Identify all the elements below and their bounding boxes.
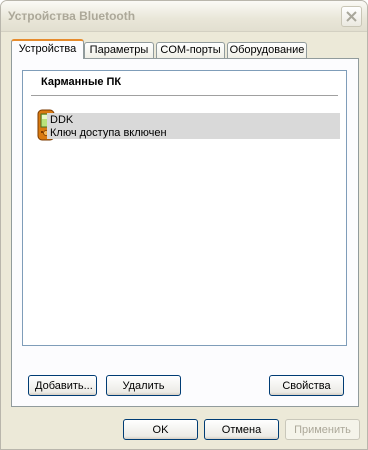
tab-devices[interactable]: Устройства bbox=[11, 39, 84, 59]
tab-com-ports-label: COM-порты bbox=[160, 44, 221, 56]
cancel-button[interactable]: Отмена bbox=[204, 419, 279, 440]
tab-devices-label: Устройства bbox=[18, 43, 77, 55]
add-device-button[interactable]: Добавить... bbox=[28, 375, 97, 396]
ok-button[interactable]: OK bbox=[123, 419, 198, 440]
tab-options-label: Параметры bbox=[89, 44, 149, 56]
window-title: Устройства Bluetooth bbox=[8, 9, 136, 23]
tab-hardware[interactable]: Оборудование bbox=[227, 42, 307, 58]
device-name: DDK bbox=[50, 114, 74, 126]
properties-button[interactable]: Свойства bbox=[269, 375, 344, 396]
device-list[interactable]: Карманные ПК DDK Ключ доступа включен bbox=[22, 70, 347, 346]
bluetooth-devices-dialog: Устройства Bluetooth Устройства Параметр… bbox=[0, 0, 368, 450]
group-divider bbox=[31, 95, 338, 96]
device-status: Ключ доступа включен bbox=[50, 127, 167, 139]
devices-tab-panel: Карманные ПК DDK Ключ доступа включен До… bbox=[11, 58, 359, 407]
device-item-ddk[interactable]: DDK Ключ доступа включен bbox=[47, 113, 340, 139]
close-button[interactable] bbox=[341, 6, 362, 27]
remove-device-button[interactable]: Удалить bbox=[106, 375, 181, 396]
title-bar[interactable]: Устройства Bluetooth bbox=[1, 1, 367, 32]
tab-hardware-label: Оборудование bbox=[229, 44, 305, 56]
tab-com-ports[interactable]: COM-порты bbox=[156, 42, 225, 58]
group-header-pocket-pc: Карманные ПК bbox=[41, 76, 122, 88]
apply-button: Применить bbox=[285, 419, 360, 440]
tab-options[interactable]: Параметры bbox=[84, 42, 154, 58]
